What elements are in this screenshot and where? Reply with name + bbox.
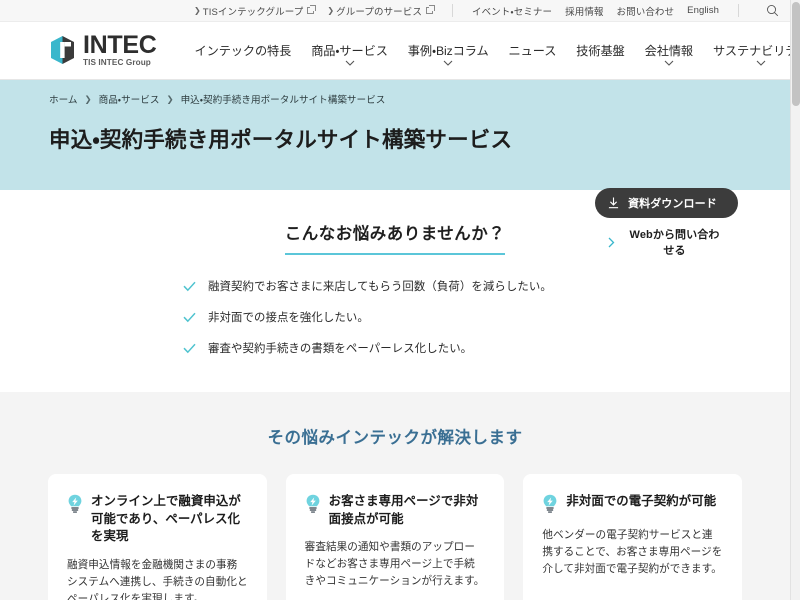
solution-card[interactable]: お客さま専用ページで非対面接点が可能 審査結果の通知や書類のアップロードなどお客… <box>285 473 505 600</box>
nav-item-label: インテックの特長 <box>194 44 292 58</box>
breadcrumb-item-current: 申込・契約手続き用ポータルサイト構築サービス <box>180 95 386 106</box>
utility-link-tis-intec-group[interactable]: ❯ TISインテックグループ <box>193 4 317 18</box>
hero-action-buttons: 資料ダウンロード Webから問い合わせる <box>595 188 738 257</box>
nav-item-label: 会社情報 <box>644 44 694 58</box>
nav-item-intec-features[interactable]: インテックの特長 <box>195 41 292 66</box>
download-materials-label: 資料ダウンロード <box>628 198 717 210</box>
solution-card-body: 融資申込情報を金融機関さまの事務システムへ連携し、手続きの自動化とペーパレス化を… <box>67 558 248 600</box>
nav-item-sustainability[interactable]: サステナビリティ <box>713 41 790 66</box>
logo-wordmark: INTEC <box>83 31 157 60</box>
worry-text: 審査や契約手続きの書類をペーパーレス化したい。 <box>208 342 473 355</box>
solutions-section: その悩みインテックが解決します オンライン上で融資申込が可能であり、ペーパレス化… <box>0 391 790 600</box>
nav-item-news[interactable]: ニュース <box>509 41 557 66</box>
check-icon <box>183 343 196 357</box>
utility-link-label: グループのサービス <box>336 6 422 18</box>
worries-heading: こんなお悩みありませんか？ <box>284 220 506 255</box>
list-item: 融資契約でお客さまに来店してもらう回数（負荷）を減らしたい。 <box>183 280 615 296</box>
download-materials-button[interactable]: 資料ダウンロード <box>595 188 738 218</box>
solution-card-title: オンライン上で融資申込が可能であり、ペーパレス化を実現 <box>91 493 241 544</box>
web-contact-label: Webから問い合わせる <box>629 229 720 257</box>
logo-text: INTEC TIS INTEC Group <box>83 33 157 67</box>
solution-card-title: お客さま専用ページで非対面接点が可能 <box>328 493 479 526</box>
breadcrumb-separator-icon: ❯ <box>84 93 92 104</box>
solution-card-head: 非対面での電子契約が可能 <box>542 493 723 516</box>
nav-item-label: サステナビリティ <box>713 44 790 58</box>
utility-links-group: ❯ TISインテックグループ ❯ グループのサービス イベント・セミナー 採用情… <box>194 0 786 22</box>
nav-item-products-services[interactable]: 商品・サービス <box>311 41 388 66</box>
nav-item-label: ニュース <box>508 44 557 58</box>
solution-card-title: 非対面での電子契約が可能 <box>566 493 717 508</box>
scrollbar-thumb[interactable] <box>792 2 800 106</box>
chevron-down-icon <box>664 60 674 66</box>
logo-tagline: TIS INTEC Group <box>83 58 151 68</box>
solution-card[interactable]: オンライン上で融資申込が可能であり、ペーパレス化を実現 融資申込情報を金融機関さ… <box>48 473 267 600</box>
chevron-right-icon <box>608 237 615 248</box>
chevron-right-icon: ❯ <box>327 5 335 15</box>
utility-divider <box>451 4 453 17</box>
breadcrumb-separator-icon: ❯ <box>166 93 174 104</box>
nav-item-label: 商品・サービス <box>311 44 388 58</box>
worry-text: 融資契約でお客さまに来店してもらう回数（負荷）を減らしたい。 <box>208 281 552 293</box>
web-contact-button[interactable]: Webから問い合わせる <box>595 227 738 257</box>
chevron-down-icon <box>756 60 766 66</box>
utility-link-label: TISインテックグループ <box>202 6 304 18</box>
utility-bar: ❯ TISインテックグループ ❯ グループのサービス イベント・セミナー 採用情… <box>0 0 790 22</box>
lightbulb-icon <box>305 494 321 516</box>
download-icon <box>608 197 619 209</box>
chevron-down-icon <box>443 60 453 66</box>
hero-banner: ホーム ❯ 商品・サービス ❯ 申込・契約手続き用ポータルサイト構築サービス 申… <box>0 80 790 257</box>
lightbulb-icon <box>67 494 83 516</box>
nav-item-cases-bizcolumn[interactable]: 事例・Bizコラム <box>408 41 489 66</box>
worries-list: 融資契約でお客さまに来店してもらう回数（負荷）を減らしたい。 非対面での接点を強… <box>175 280 615 358</box>
main-navigation: インテックの特長 商品・サービス 事例・Bizコラム ニュース 技術基盤 会社情… <box>195 35 790 66</box>
breadcrumb-item-products-services[interactable]: 商品・サービス <box>99 92 160 106</box>
search-icon <box>766 5 778 17</box>
chevron-right-icon: ❯ <box>193 5 201 15</box>
list-item: 審査や契約手続きの書類をペーパーレス化したい。 <box>183 342 615 358</box>
vertical-scrollbar[interactable] <box>790 0 800 600</box>
list-item: 非対面での接点を強化したい。 <box>183 311 615 327</box>
nav-item-company[interactable]: 会社情報 <box>645 41 693 66</box>
solution-card[interactable]: 非対面での電子契約が可能 他ベンダーの電子契約サービスと連携することで、お客さま… <box>523 473 743 600</box>
check-icon <box>183 281 196 295</box>
solutions-heading-wrap: その悩みインテックが解決します <box>0 424 790 448</box>
worry-text: 非対面での接点を強化したい。 <box>208 311 369 324</box>
solution-card-body: 他ベンダーの電子契約サービスと連携することで、お客さま専用ページを介して非対面で… <box>542 528 723 576</box>
solution-card-head: お客さま専用ページで非対面接点が可能 <box>305 493 486 528</box>
utility-link-english[interactable]: English <box>687 5 719 16</box>
chevron-down-icon <box>345 60 354 66</box>
page-title: 申込・契約手続き用ポータルサイト構築サービス <box>49 128 513 152</box>
utility-link-group-services[interactable]: ❯ グループのサービス <box>327 4 435 18</box>
utility-link-recruit[interactable]: 採用情報 <box>565 4 603 18</box>
page-root: ❯ TISインテックグループ ❯ グループのサービス イベント・セミナー 採用情… <box>0 0 790 600</box>
breadcrumb: ホーム ❯ 商品・サービス ❯ 申込・契約手続き用ポータルサイト構築サービス <box>0 92 790 107</box>
nav-item-label: 技術基盤 <box>576 44 625 58</box>
nav-item-label: 事例・Bizコラム <box>407 44 489 58</box>
site-logo[interactable]: INTEC TIS INTEC Group <box>0 33 157 67</box>
breadcrumb-item-home[interactable]: ホーム <box>49 92 78 106</box>
site-header: INTEC TIS INTEC Group インテックの特長 商品・サービス 事… <box>0 22 790 80</box>
solution-card-body: 審査結果の通知や書類のアップロードなどお客さま専用ページ上で手続きやコミュニケー… <box>304 541 485 588</box>
solution-card-head: オンライン上で融資申込が可能であり、ペーパレス化を実現 <box>67 493 248 546</box>
solutions-heading: その悩みインテックが解決します <box>267 428 523 447</box>
intec-logo-icon <box>51 36 74 65</box>
external-link-icon <box>425 5 435 14</box>
utility-link-contact[interactable]: お問い合わせ <box>617 4 675 18</box>
search-button[interactable] <box>758 0 786 22</box>
solution-cards: オンライン上で融資申込が可能であり、ペーパレス化を実現 融資申込情報を金融機関さ… <box>0 473 790 600</box>
utility-link-events-seminars[interactable]: イベント・セミナー <box>472 4 552 18</box>
check-icon <box>183 312 196 326</box>
utility-divider <box>738 4 739 17</box>
external-link-icon <box>307 5 317 14</box>
lightbulb-icon <box>542 494 558 516</box>
nav-item-technology[interactable]: 技術基盤 <box>576 41 624 66</box>
